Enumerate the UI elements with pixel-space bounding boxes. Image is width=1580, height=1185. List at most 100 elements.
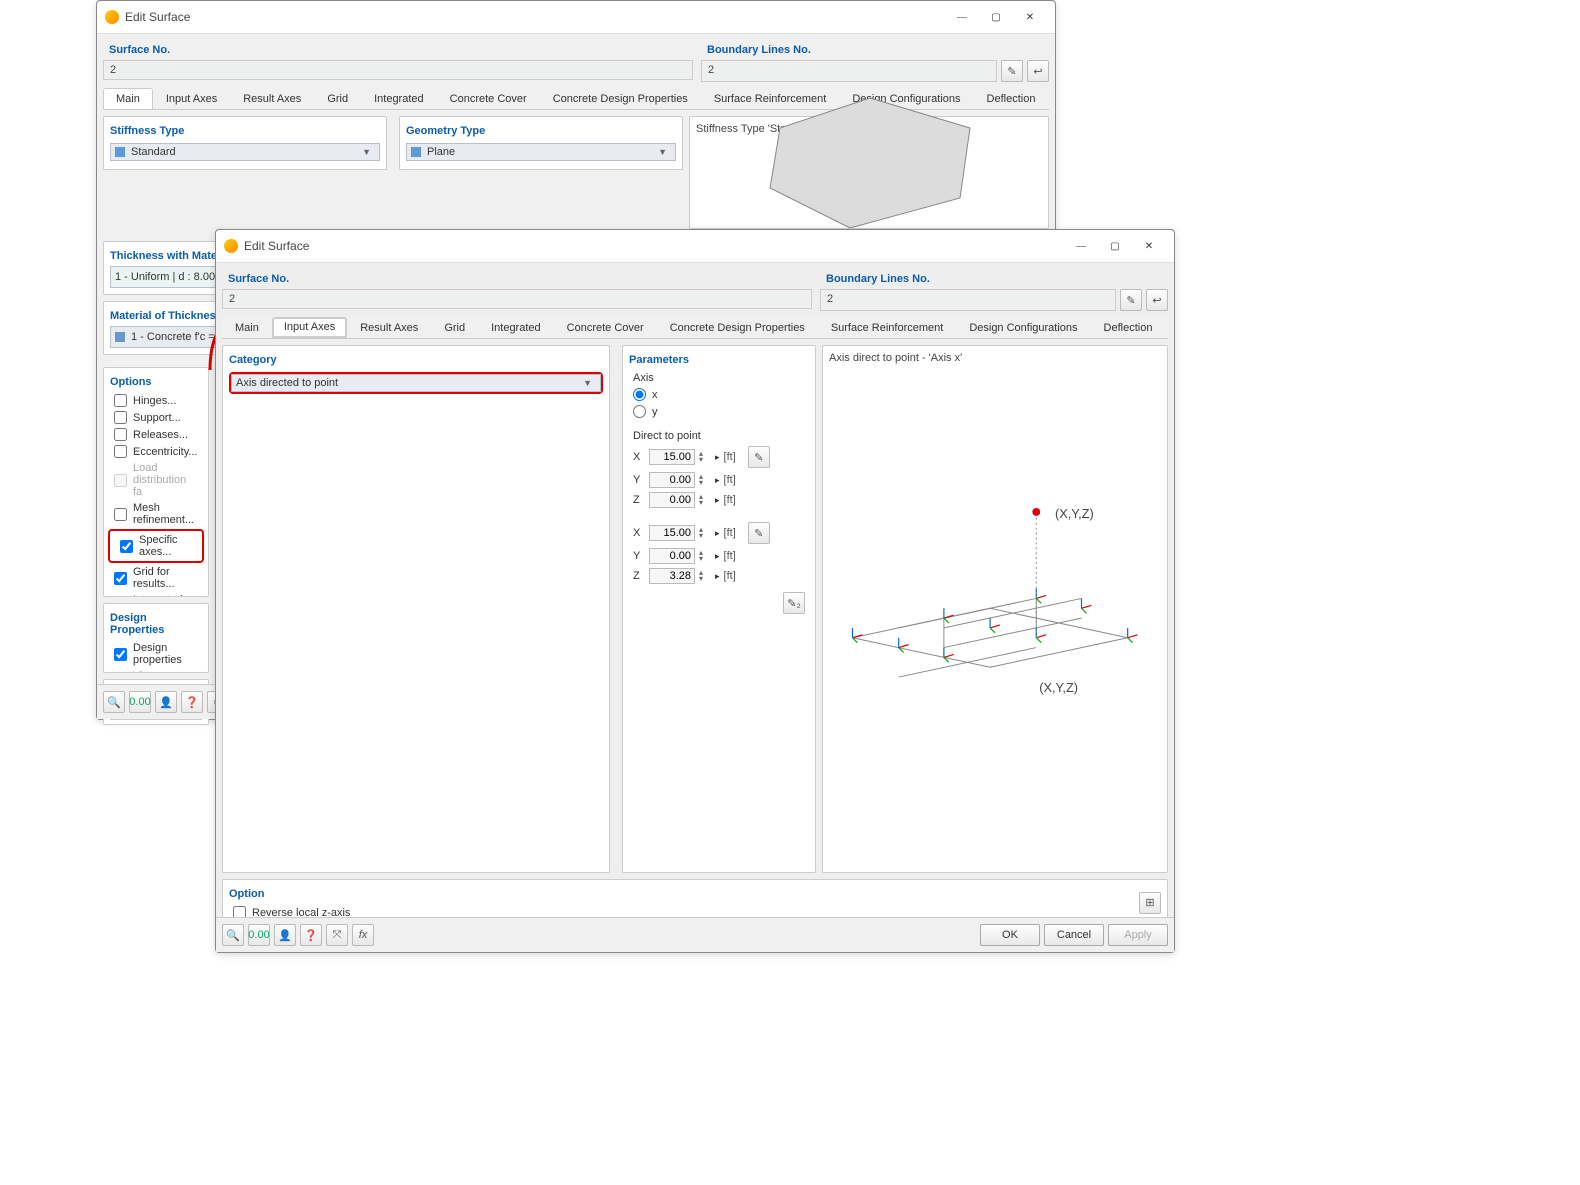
- boundary-lines-field-2[interactable]: 2: [820, 289, 1116, 311]
- coord-input-y-4[interactable]: [649, 548, 695, 564]
- axis-y-radio[interactable]: y: [623, 403, 815, 420]
- coord-row: Y ▴▾ ▸ [ft]: [623, 546, 815, 566]
- arrow-icon[interactable]: ▸: [715, 475, 720, 486]
- grid-results-checkbox[interactable]: Grid for results...: [104, 564, 208, 592]
- design-properties-checkbox[interactable]: Design properties: [104, 640, 208, 668]
- arrow-icon[interactable]: ▸: [715, 452, 720, 463]
- pick-lines-icon[interactable]: ✎: [1001, 60, 1023, 82]
- coord-input-z-2[interactable]: [649, 492, 695, 508]
- surface-no-field[interactable]: 2: [103, 60, 693, 80]
- reset-icon[interactable]: ↩: [1027, 60, 1049, 82]
- spinner-icon[interactable]: ▴▾: [699, 494, 711, 506]
- spinner-icon[interactable]: ▴▾: [699, 550, 711, 562]
- app-icon: [224, 239, 238, 253]
- pick-point-icon[interactable]: ✎: [748, 446, 770, 468]
- eccentricity-checkbox[interactable]: Eccentricity...: [104, 443, 208, 460]
- spinner-icon[interactable]: ▴▾: [699, 474, 711, 486]
- tab-result-axes-2[interactable]: Result Axes: [347, 317, 431, 338]
- dialog-title: Edit Surface: [125, 10, 945, 24]
- coord-input-z-5[interactable]: [649, 568, 695, 584]
- chevron-down-icon: ▼: [654, 147, 671, 157]
- tab-concrete-design-props[interactable]: Concrete Design Properties: [540, 88, 701, 109]
- axis-x-radio[interactable]: x: [623, 386, 815, 403]
- boundary-lines-field[interactable]: 2: [701, 60, 997, 82]
- geometry-type-dropdown[interactable]: Plane▼: [406, 143, 676, 161]
- tab-grid[interactable]: Grid: [314, 88, 361, 109]
- surface-no-field-2[interactable]: 2: [222, 289, 812, 309]
- mesh-refinement-checkbox[interactable]: Mesh refinement...: [104, 500, 208, 528]
- stiffness-type-label: Stiffness Type: [104, 121, 386, 141]
- axes-icon[interactable]: ⤧: [326, 924, 348, 946]
- zoom-icon[interactable]: 🔍: [103, 691, 125, 713]
- zoom-icon[interactable]: 🔍: [222, 924, 244, 946]
- direct-to-point-label: Direct to point: [623, 428, 815, 444]
- ok-button[interactable]: OK: [980, 924, 1040, 946]
- tab-result-axes[interactable]: Result Axes: [230, 88, 314, 109]
- coord-row: X ▴▾ ▸ [ft] ✎: [623, 520, 815, 546]
- releases-checkbox[interactable]: Releases...: [104, 426, 208, 443]
- stiffness-type-dropdown[interactable]: Standard▼: [110, 143, 380, 161]
- tab-main-2[interactable]: Main: [222, 317, 272, 338]
- spinner-icon[interactable]: ▴▾: [699, 527, 711, 539]
- spinner-icon[interactable]: ▴▾: [699, 451, 711, 463]
- reset-icon[interactable]: ↩: [1146, 289, 1168, 311]
- tab-concrete-cover[interactable]: Concrete Cover: [437, 88, 540, 109]
- filter-icon[interactable]: 👤: [155, 691, 177, 713]
- arrow-icon[interactable]: ▸: [715, 551, 720, 562]
- minimize-button[interactable]: —: [945, 5, 979, 29]
- tab-grid-2[interactable]: Grid: [431, 317, 478, 338]
- coord-input-x-0[interactable]: [649, 449, 695, 465]
- option-label: Option: [223, 884, 1139, 904]
- titlebar[interactable]: Edit Surface — ▢ ✕: [97, 1, 1055, 34]
- tab-main[interactable]: Main: [103, 88, 153, 109]
- close-button[interactable]: ✕: [1013, 5, 1047, 29]
- filter-icon[interactable]: 👤: [274, 924, 296, 946]
- via-parent-checkbox: Via parent surface s: [104, 668, 208, 673]
- arrow-icon[interactable]: ▸: [715, 571, 720, 582]
- spinner-icon[interactable]: ▴▾: [699, 570, 711, 582]
- tab-integrated[interactable]: Integrated: [361, 88, 437, 109]
- fx-icon[interactable]: fx: [352, 924, 374, 946]
- close-button[interactable]: ✕: [1132, 234, 1166, 258]
- coord-input-y-1[interactable]: [649, 472, 695, 488]
- arrow-icon[interactable]: ▸: [715, 528, 720, 539]
- minimize-button[interactable]: —: [1064, 234, 1098, 258]
- hinges-checkbox[interactable]: Hinges...: [104, 392, 208, 409]
- tab-deflection-2[interactable]: Deflection: [1091, 317, 1166, 338]
- apply-button[interactable]: Apply: [1108, 924, 1168, 946]
- boundary-lines-label: Boundary Lines No.: [701, 40, 1049, 60]
- support-checkbox[interactable]: Support...: [104, 409, 208, 426]
- units-icon[interactable]: 0.00: [129, 691, 151, 713]
- units-icon[interactable]: 0.00: [248, 924, 270, 946]
- help-icon[interactable]: ❓: [181, 691, 203, 713]
- coord-input-x-3[interactable]: [649, 525, 695, 541]
- tab-input-axes[interactable]: Input Axes: [153, 88, 230, 109]
- maximize-button[interactable]: ▢: [979, 5, 1013, 29]
- category-dropdown[interactable]: Axis directed to point▼: [231, 374, 601, 392]
- arrow-icon[interactable]: ▸: [715, 495, 720, 506]
- tab-integrated-2[interactable]: Integrated: [478, 317, 554, 338]
- tab-concrete-cover-2[interactable]: Concrete Cover: [554, 317, 657, 338]
- boundary-lines-label-2: Boundary Lines No.: [820, 269, 1168, 289]
- coord-row: Z ▴▾ ▸ [ft]: [623, 566, 815, 586]
- maximize-button[interactable]: ▢: [1098, 234, 1132, 258]
- tab-bar-2: Main Input Axes Result Axes Grid Integra…: [222, 317, 1168, 339]
- titlebar-2[interactable]: Edit Surface — ▢ ✕: [216, 230, 1174, 263]
- option-extra-icon[interactable]: ⊞: [1139, 892, 1161, 914]
- integrated-objects-checkbox[interactable]: Integrated objects..: [104, 592, 208, 597]
- pick-point-icon[interactable]: ✎: [748, 522, 770, 544]
- tab-concrete-design-props-2[interactable]: Concrete Design Properties: [657, 317, 818, 338]
- pick-lines-icon[interactable]: ✎: [1120, 289, 1142, 311]
- edit-surface-dialog-input-axes: Edit Surface — ▢ ✕ Surface No. 2 Boundar…: [215, 229, 1175, 953]
- help-icon[interactable]: ❓: [300, 924, 322, 946]
- tab-input-axes-2[interactable]: Input Axes: [272, 317, 347, 338]
- chevron-down-icon: ▼: [358, 147, 375, 157]
- cancel-button[interactable]: Cancel: [1044, 924, 1104, 946]
- tab-surface-reinforcement-2[interactable]: Surface Reinforcement: [818, 317, 957, 338]
- axis-label: Axis: [623, 370, 815, 386]
- dialog-title-2: Edit Surface: [244, 239, 1064, 253]
- xyz-label-1: (X,Y,Z): [1055, 506, 1094, 521]
- pick-both-icon[interactable]: ✎₂: [783, 592, 805, 614]
- specific-axes-checkbox[interactable]: Specific axes...: [110, 532, 202, 560]
- tab-design-configs-2[interactable]: Design Configurations: [956, 317, 1090, 338]
